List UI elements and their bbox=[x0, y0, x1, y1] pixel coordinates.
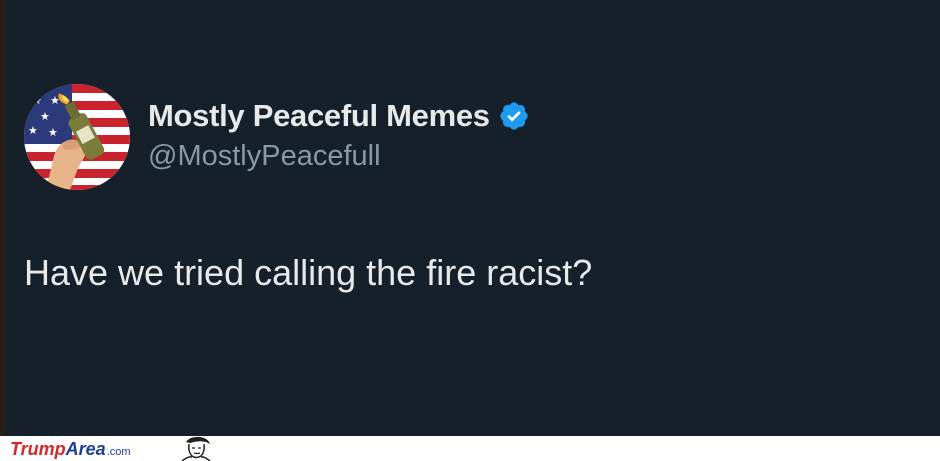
watermark-brand-part2: Area bbox=[65, 439, 106, 459]
tweet-card: ★ ★ ★ ★ ★ Mostly Peaceful Memes @MostlyP… bbox=[0, 0, 940, 436]
svg-text:★: ★ bbox=[48, 126, 58, 139]
user-handle[interactable]: @MostlyPeacefull bbox=[148, 140, 381, 173]
display-name-row: Mostly Peaceful Memes bbox=[148, 96, 530, 136]
watermark-bar: Trump Area .com bbox=[0, 436, 940, 461]
svg-text:★: ★ bbox=[32, 94, 42, 107]
image-left-edge bbox=[0, 0, 5, 436]
tweet-text: Have we tried calling the fire racist? bbox=[24, 252, 593, 293]
watermark-logo: Trump Area .com bbox=[10, 439, 131, 459]
watermark-brand-suffix: .com bbox=[106, 446, 131, 458]
meme-image: ★ ★ ★ ★ ★ Mostly Peaceful Memes @MostlyP… bbox=[0, 0, 940, 461]
caricature-face-icon bbox=[181, 436, 211, 461]
verified-badge-icon bbox=[498, 100, 530, 132]
svg-text:★: ★ bbox=[40, 110, 50, 123]
watermark-brand-part1: Trump bbox=[10, 439, 66, 459]
display-name[interactable]: Mostly Peaceful Memes bbox=[148, 98, 490, 134]
avatar[interactable]: ★ ★ ★ ★ ★ bbox=[24, 84, 130, 190]
svg-text:★: ★ bbox=[28, 124, 38, 137]
molotov-flag-avatar-icon: ★ ★ ★ ★ ★ bbox=[24, 84, 130, 190]
